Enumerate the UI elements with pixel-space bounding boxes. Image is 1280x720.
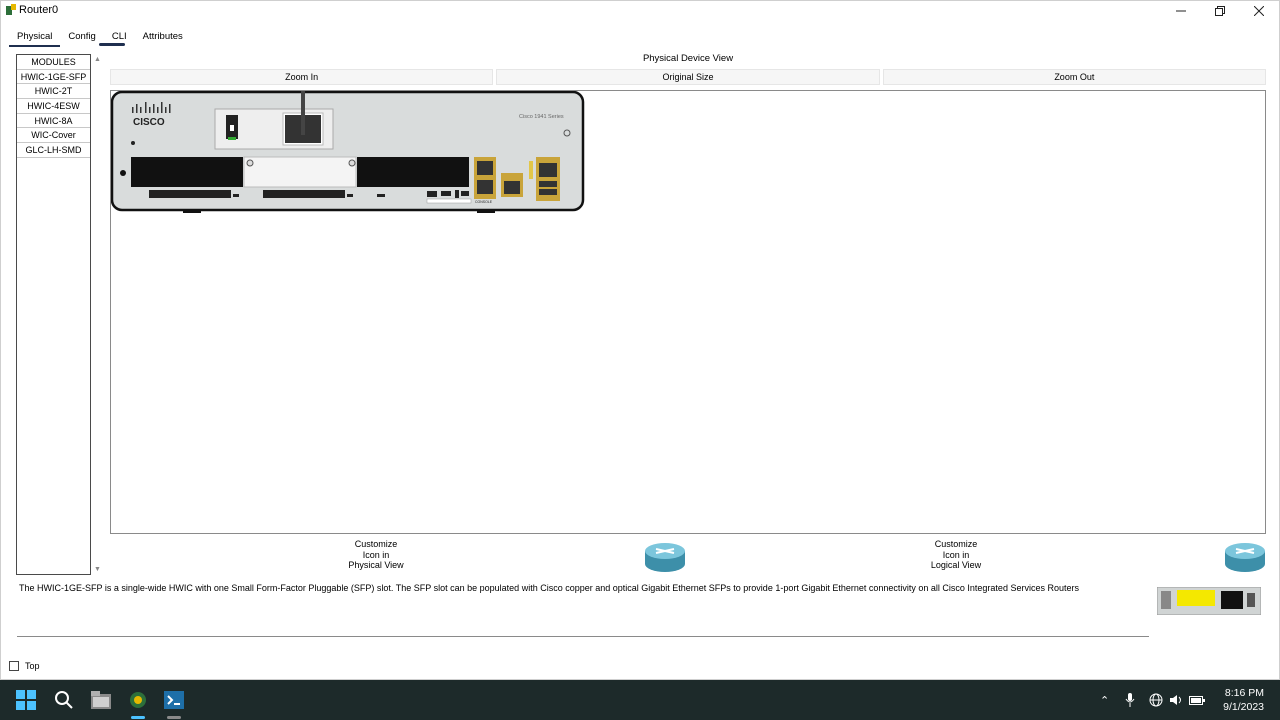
console-port-label: CONSOLE (475, 200, 493, 204)
zoom-toolbar: Zoom In Original Size Zoom Out (110, 69, 1266, 85)
system-tray: ⌃ (1100, 680, 1206, 720)
taskbar-terminal-app[interactable] (162, 688, 186, 712)
taskbar-clock[interactable]: 8:16 PM 9/1/2023 (1223, 686, 1264, 714)
tab-config[interactable]: Config (60, 31, 103, 45)
module-thumbnail-image (1157, 587, 1261, 615)
windows-start-button[interactable] (14, 688, 38, 712)
terminal-app-icon (164, 691, 184, 709)
module-item-hwic-2t[interactable]: HWIC-2T (17, 84, 90, 100)
device-canvas: CISCO Cisco 1941 Series CONSOLE (110, 90, 1266, 534)
customize-logical-line1: Customize (934, 539, 978, 549)
restore-button[interactable] (1201, 1, 1239, 21)
module-item-hwic-1ge-sfp[interactable]: HWIC-1GE-SFP (17, 70, 90, 85)
router-brand-text: CISCO (133, 117, 165, 128)
running-app-indicator (167, 716, 181, 719)
router-chassis-image: CISCO Cisco 1941 Series CONSOLE (111, 91, 585, 213)
taskbar-search-button[interactable] (52, 688, 76, 712)
module-item-hwic-4esw[interactable]: HWIC-4ESW (17, 99, 90, 114)
module-item-hwic-8a[interactable]: HWIC-8A (17, 114, 90, 129)
router-physical-icon[interactable] (644, 539, 686, 573)
module-description: The HWIC-1GE-SFP is a single-wide HWIC w… (19, 583, 1079, 593)
microphone-icon[interactable] (1125, 693, 1135, 707)
scroll-up-icon[interactable]: ▲ (94, 56, 101, 63)
zoom-in-button[interactable]: Zoom In (110, 69, 494, 85)
scroll-down-icon[interactable]: ▼ (94, 566, 101, 573)
top-checkbox[interactable] (9, 661, 19, 671)
original-size-button[interactable]: Original Size (496, 69, 880, 85)
packet-tracer-app-icon (6, 4, 16, 15)
taskbar-file-explorer[interactable] (89, 688, 113, 712)
customize-logical-line3: Logical View (930, 560, 982, 570)
description-divider (17, 636, 1149, 637)
clock-time: 8:16 PM (1224, 687, 1264, 699)
taskbar: ⌃ 8:16 PM 9/1/2023 (0, 680, 1280, 720)
module-item-wic-cover[interactable]: WIC-Cover (17, 128, 90, 144)
router-logical-icon[interactable] (1224, 539, 1266, 573)
clock-date: 9/1/2023 (1223, 701, 1264, 713)
customize-logical-icon-button[interactable]: Customize Icon in Logical View (891, 539, 1021, 575)
modules-list: MODULES HWIC-1GE-SFP HWIC-2T HWIC-4ESW H… (16, 54, 91, 575)
tab-physical[interactable]: Physical (9, 31, 61, 47)
title-bar: Router0 (1, 1, 1279, 21)
physical-device-view-title: Physical Device View (642, 53, 734, 64)
close-button[interactable] (1240, 1, 1278, 21)
taskbar-packet-tracer[interactable] (126, 688, 150, 712)
globe-network-icon[interactable] (1149, 693, 1163, 707)
top-checkbox-row: Top (9, 661, 40, 671)
windows-start-icon (16, 690, 36, 710)
restore-icon (1215, 6, 1225, 16)
close-icon (1254, 6, 1264, 16)
window-title: Router0 (19, 4, 59, 16)
tab-attributes[interactable]: Attributes (135, 31, 191, 45)
battery-icon[interactable] (1189, 694, 1206, 706)
search-icon (55, 691, 73, 709)
modules-header: MODULES (17, 55, 90, 70)
zoom-out-button[interactable]: Zoom Out (882, 69, 1266, 85)
file-explorer-icon (91, 691, 111, 709)
modules-scrollbar[interactable]: ▲ ▼ (92, 54, 104, 575)
router-config-window: Router0 Physical Config CLI Attributes M… (0, 0, 1280, 680)
customize-physical-line2: Icon in (362, 549, 390, 560)
volume-icon[interactable] (1169, 693, 1183, 707)
minimize-icon (1176, 10, 1186, 12)
hover-indicator (99, 43, 125, 46)
module-item-glc-lh-smd[interactable]: GLC-LH-SMD (17, 143, 90, 158)
active-app-indicator (131, 716, 145, 719)
router-model-text: Cisco 1941 Series (519, 114, 564, 120)
chevron-up-icon[interactable]: ⌃ (1100, 694, 1109, 707)
top-checkbox-label: Top (25, 661, 40, 671)
customize-logical-line2: Icon in (942, 549, 970, 560)
customize-physical-line3: Physical View (348, 560, 404, 570)
customize-physical-line1: Customize (354, 539, 398, 549)
customize-physical-icon-button[interactable]: Customize Icon in Physical View (311, 539, 441, 575)
packet-tracer-icon (130, 692, 146, 708)
minimize-button[interactable] (1162, 1, 1200, 21)
